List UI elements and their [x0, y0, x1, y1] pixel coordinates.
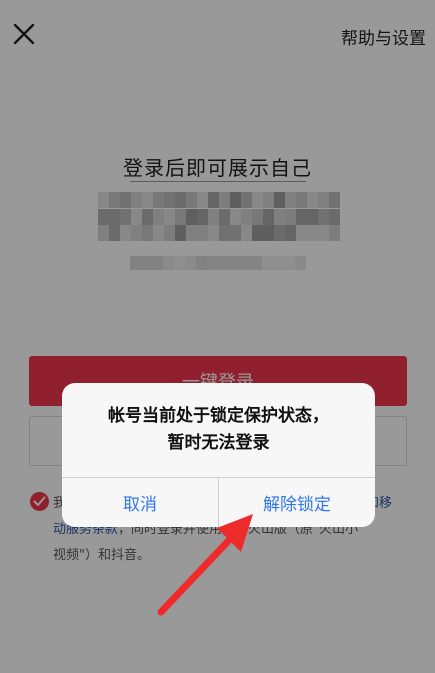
dialog-message-line1: 帐号当前处于锁定保护状态，	[108, 406, 329, 426]
dialog-message: 帐号当前处于锁定保护状态， 暂时无法登录	[62, 403, 375, 457]
login-page: 帮助与设置 登录后即可展示自己 一键登录 我和移 动服务条款，同时登录并使用抖音…	[0, 0, 435, 673]
dialog-message-line2: 暂时无法登录	[167, 433, 270, 453]
red-arrow-annotation	[157, 514, 253, 616]
account-locked-dialog: 帐号当前处于锁定保护状态， 暂时无法登录 取消 解除锁定	[62, 383, 375, 527]
